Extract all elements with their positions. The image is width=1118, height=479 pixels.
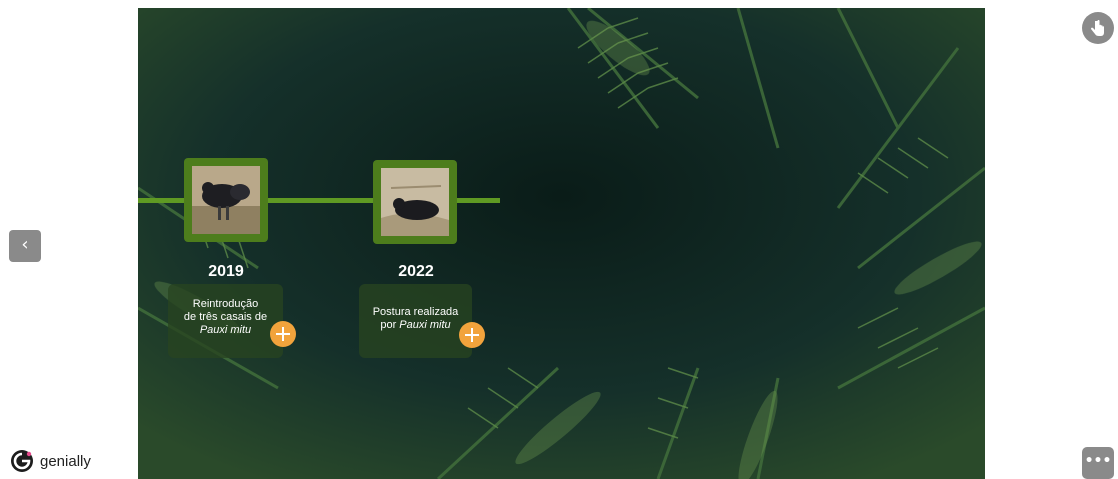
- species-name: Pauxi mitu: [399, 319, 451, 331]
- timeline-line-middle: [268, 198, 373, 203]
- previous-slide-button[interactable]: ‹: [9, 230, 41, 262]
- genially-logo[interactable]: genially: [10, 449, 91, 473]
- interactive-hint-button[interactable]: [1082, 12, 1114, 44]
- timeline-line-right: [457, 198, 500, 203]
- event-year: 2019: [208, 263, 244, 280]
- more-options-button[interactable]: •••: [1082, 447, 1114, 479]
- pauxi-mitu-nest-photo: [381, 168, 449, 236]
- event-description-line: Pauxi mitu: [168, 324, 283, 337]
- brand-name: genially: [40, 452, 91, 470]
- slide-canvas: 2019 Reintrodução de três casais de Paux…: [138, 8, 985, 479]
- event-year: 2022: [398, 263, 434, 280]
- event-description: Postura realizada por Pauxi mitu: [359, 306, 472, 332]
- event-photo-frame-2022: [373, 160, 457, 244]
- event-description: Reintrodução de três casais de Pauxi mit…: [168, 298, 283, 337]
- event-description-line: Reintrodução: [192, 298, 259, 310]
- event-description-line: de três casais de: [183, 311, 268, 323]
- jungle-background: [138, 8, 985, 479]
- event-description-line: por Pauxi mitu: [359, 319, 472, 332]
- expand-event-2019-button[interactable]: [270, 321, 296, 347]
- event-photo-frame-2019: [184, 158, 268, 242]
- expand-event-2022-button[interactable]: [459, 322, 485, 348]
- event-card-2022: Postura realizada por Pauxi mitu: [359, 284, 472, 358]
- genially-logo-icon: [11, 450, 33, 472]
- event-description-prefix: por: [380, 319, 400, 331]
- chevron-left-icon: ‹: [21, 234, 29, 255]
- more-horizontal-icon: •••: [1084, 453, 1112, 469]
- event-description-line: Postura realizada: [372, 306, 459, 318]
- event-card-2019: Reintrodução de três casais de Pauxi mit…: [168, 284, 283, 358]
- species-name: Pauxi mitu: [199, 324, 252, 336]
- timeline-line-left: [138, 198, 184, 203]
- pauxi-mitu-photo: [192, 166, 260, 234]
- hand-pointer-icon: [1091, 20, 1104, 36]
